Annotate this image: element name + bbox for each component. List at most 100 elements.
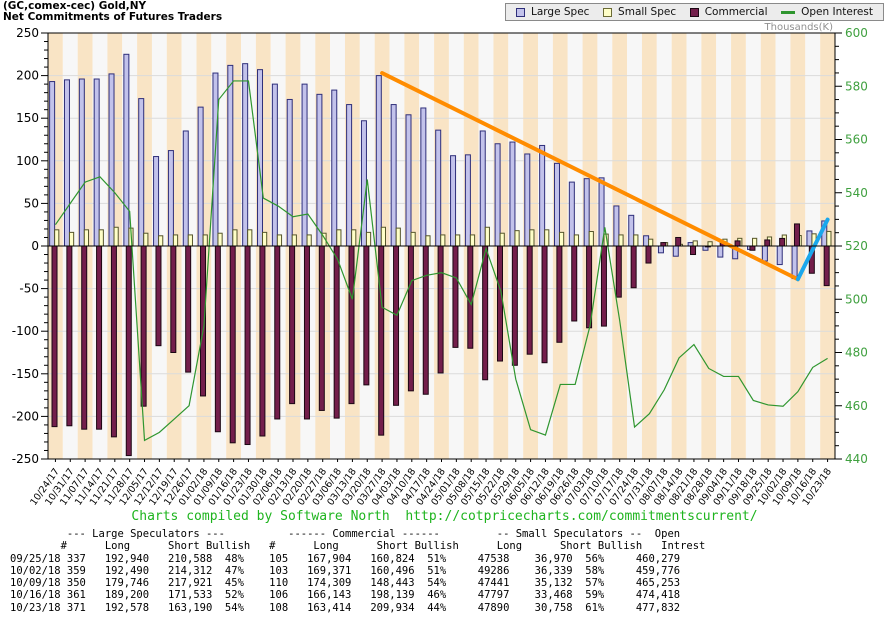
table-rows: 09/25/18 337 192,940 210,588 48% 105 167… [10,553,705,614]
bar-commercial [631,246,636,288]
bar-small-spec [277,235,281,246]
bar-small-spec [352,230,356,246]
svg-text:0: 0 [31,239,39,253]
bar-large-spec [688,243,693,246]
bar-large-spec [644,236,649,246]
bar-commercial [52,246,57,427]
svg-text:-150: -150 [12,367,39,381]
right-axis-title: Thousands(K) [764,22,834,33]
left-axis: -250-200-150-100-50050100150200250 [12,26,48,466]
bar-commercial [67,246,72,426]
bar-large-spec [79,79,84,246]
bar-commercial [438,246,443,373]
bar-commercial [245,246,250,445]
bar-small-spec [188,235,192,246]
bar-large-spec [525,154,530,246]
bar-small-spec [545,230,549,246]
bar-commercial [601,246,606,326]
bar-commercial [483,246,488,380]
bar-commercial [498,246,503,361]
bar-large-spec [317,94,322,246]
bar-large-spec [777,246,782,265]
svg-text:200: 200 [16,69,39,83]
bar-small-spec [708,242,712,246]
bar-small-spec [173,235,177,246]
attribution-text: Charts compiled by Software North http:/… [0,509,889,524]
svg-text:520: 520 [845,239,868,253]
bar-small-spec [649,239,653,246]
svg-text:250: 250 [16,26,39,40]
bar-small-spec [456,235,460,246]
bar-large-spec [50,82,55,246]
bar-small-spec [530,230,534,246]
bar-large-spec [183,131,188,246]
bar-commercial [171,246,176,353]
bar-large-spec [361,121,366,246]
bar-large-spec [792,246,797,279]
bar-large-spec [421,108,426,246]
bar-commercial [824,246,829,286]
bar-large-spec [94,79,99,246]
bar-large-spec [629,215,634,246]
svg-text:-50: -50 [19,282,39,296]
bar-small-spec [263,232,267,246]
bar-large-spec [64,80,69,246]
bar-small-spec [485,227,489,246]
bar-commercial [453,246,458,347]
bar-large-spec [347,105,352,246]
svg-text:-250: -250 [12,452,39,466]
bar-small-spec [84,230,88,246]
bar-commercial [542,246,547,363]
bar-commercial [616,246,621,297]
svg-text:100: 100 [16,154,39,168]
bar-large-spec [198,107,203,246]
bar-commercial [765,240,770,246]
bar-large-spec [554,163,559,246]
bar-large-spec [436,130,441,246]
bar-large-spec [569,182,574,246]
bar-commercial [156,246,161,346]
bar-small-spec [55,230,59,246]
svg-text:480: 480 [845,346,868,360]
svg-text:600: 600 [845,26,868,40]
bar-commercial [423,246,428,394]
bar-small-spec [515,231,519,246]
bar-large-spec [213,73,218,246]
bar-large-spec [480,131,485,246]
bar-small-spec [827,231,831,246]
bar-commercial [735,241,740,246]
bar-commercial [794,224,799,246]
bar-large-spec [614,206,619,246]
svg-text:460: 460 [845,399,868,413]
bar-commercial [334,246,339,418]
right-axis: 440460480500520540560580600 [835,26,868,466]
bar-small-spec [218,233,222,246]
bar-commercial [408,246,413,391]
svg-text:440: 440 [845,452,868,466]
bar-large-spec [243,64,248,246]
bar-large-spec [406,115,411,246]
svg-text:150: 150 [16,111,39,125]
bar-small-spec [99,230,103,246]
bar-small-spec [396,228,400,246]
svg-text:-200: -200 [12,409,39,423]
bar-commercial [215,246,220,432]
bar-large-spec [510,142,515,246]
bar-small-spec [248,230,252,246]
bar-commercial [290,246,295,404]
bar-large-spec [584,179,589,246]
bar-small-spec [470,235,474,246]
bar-small-spec [233,230,237,246]
cot-chart-page: (GC,comex-cec) Gold,NY Net Commitments o… [0,0,889,620]
bar-small-spec [574,235,578,246]
bar-commercial [82,246,87,429]
bar-large-spec [451,156,456,246]
bar-small-spec [114,227,118,246]
bar-small-spec [159,236,163,246]
bar-commercial [750,246,755,250]
bar-small-spec [69,232,73,246]
bar-small-spec [589,232,593,246]
bar-large-spec [228,65,233,246]
bar-small-spec [337,230,341,246]
bar-commercial [364,246,369,385]
